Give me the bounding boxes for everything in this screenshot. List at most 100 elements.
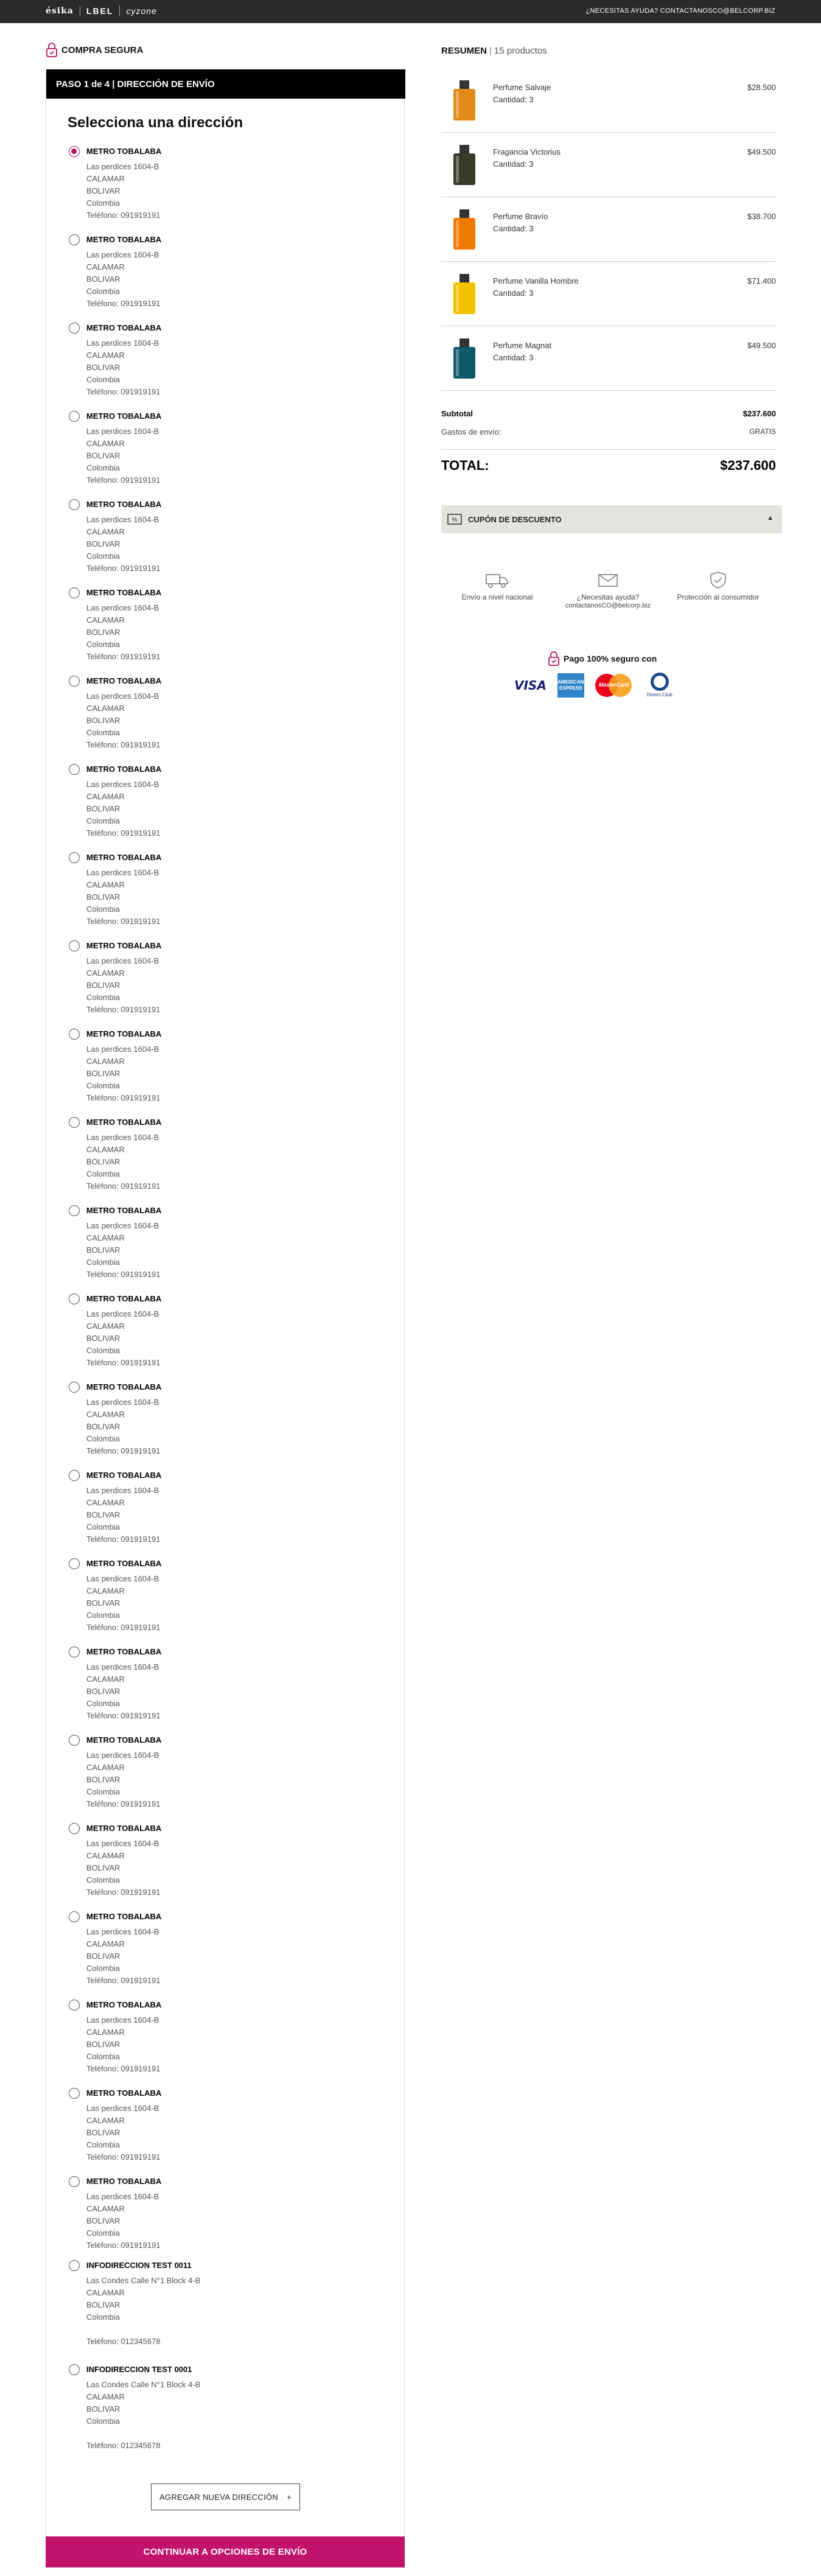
address-country: Colombia: [86, 198, 120, 208]
address-name: METRO TOBALABA: [86, 1206, 162, 1215]
address-radio[interactable]: [69, 1382, 80, 1393]
address-radio[interactable]: [69, 2364, 80, 2375]
address-name: METRO TOBALABA: [86, 235, 162, 244]
product-image: [453, 274, 475, 314]
address-country: Colombia: [86, 1081, 120, 1090]
brand-logos: ésika LBEL cyzone: [46, 6, 163, 16]
address-radio[interactable]: [69, 1117, 80, 1128]
address-radio[interactable]: [69, 1647, 80, 1657]
address-city: CALAMAR: [86, 1851, 125, 1860]
product-name: Fragancia Victorius: [493, 147, 561, 156]
address-name: METRO TOBALABA: [86, 941, 162, 950]
address-state: BOLIVAR: [86, 716, 121, 725]
address-country: Colombia: [86, 1346, 120, 1355]
address-radio[interactable]: [69, 234, 80, 245]
address-street: Las Condes Calle N°1 Block 4-B: [86, 2276, 201, 2285]
product-name: Perfume Magnat: [493, 341, 552, 350]
address-heading: Selecciona una dirección: [68, 114, 243, 131]
address-radio[interactable]: [69, 2088, 80, 2099]
add-address-button[interactable]: AGREGAR NUEVA DIRECCIÓN +: [151, 2483, 300, 2510]
address-radio[interactable]: [69, 146, 80, 157]
address-street: Las perdices 1604-B: [86, 427, 159, 436]
secure-payment-label: Pago 100% seguro con: [564, 654, 657, 663]
summary-title: RESUMEN | 15 productos: [441, 46, 547, 56]
address-radio[interactable]: [69, 764, 80, 775]
address-radio[interactable]: [69, 587, 80, 598]
address-radio[interactable]: [69, 1558, 80, 1569]
coupon-label: CUPÓN DE DESCUENTO: [468, 514, 562, 524]
address-street: Las perdices 1604-B: [86, 1486, 159, 1495]
address-radio[interactable]: [69, 499, 80, 510]
brand-lbel[interactable]: LBEL: [80, 6, 120, 16]
brand-cyzone[interactable]: cyzone: [120, 6, 162, 16]
coupon-toggle[interactable]: % CUPÓN DE DESCUENTO ▲: [441, 505, 782, 533]
address-radio[interactable]: [69, 2176, 80, 2187]
address-phone: Teléfono: 091919191: [86, 1976, 161, 1985]
continue-button[interactable]: CONTINUAR A OPCIONES DE ENVÍO: [46, 2536, 405, 2567]
address-radio[interactable]: [69, 1470, 80, 1481]
address-state: BOLIVAR: [86, 1863, 121, 1872]
address-radio[interactable]: [69, 2260, 80, 2271]
address-city: CALAMAR: [86, 1675, 125, 1684]
address-street: Las perdices 1604-B: [86, 2104, 159, 2113]
address-radio[interactable]: [69, 411, 80, 422]
address-radio[interactable]: [69, 1735, 80, 1746]
address-country: Colombia: [86, 463, 120, 472]
address-state: BOLIVAR: [86, 1598, 121, 1608]
subtotal-label: Subtotal: [441, 409, 473, 418]
address-street: Las perdices 1604-B: [86, 162, 159, 171]
address-radio[interactable]: [69, 323, 80, 334]
amex-logo: AMERICAN EXPRESS: [557, 673, 584, 698]
address-name: METRO TOBALABA: [86, 1647, 162, 1656]
address-phone: Teléfono: 091919191: [86, 2064, 161, 2073]
product-row: Perfume Vanilla Hombre Cantidad: 3 $71.400: [441, 262, 776, 326]
address-city: CALAMAR: [86, 527, 125, 536]
benefit-protection: Protección al consumidor: [666, 571, 770, 602]
address-street: Las perdices 1604-B: [86, 515, 159, 524]
address-radio[interactable]: [69, 1823, 80, 1834]
address-radio[interactable]: [69, 852, 80, 863]
mail-icon: [598, 574, 618, 587]
shipping-address-panel: PASO 1 de 4 | DIRECCIÓN DE ENVÍO Selecci…: [46, 69, 405, 2567]
address-name: METRO TOBALABA: [86, 323, 162, 332]
address-country: Colombia: [86, 2052, 120, 2061]
address-country: Colombia: [86, 551, 120, 561]
product-price: $28.500: [747, 83, 776, 92]
address-country: Colombia: [86, 375, 120, 384]
address-country: Colombia: [86, 640, 120, 649]
address-street: Las perdices 1604-B: [86, 1221, 159, 1230]
address-radio[interactable]: [69, 2000, 80, 2011]
product-price: $71.400: [747, 276, 776, 285]
truck-icon: [486, 574, 508, 588]
address-phone: Teléfono: 091919191: [86, 475, 161, 485]
address-phone: Teléfono: 091919191: [86, 1535, 161, 1544]
address-radio[interactable]: [69, 1029, 80, 1040]
address-city: CALAMAR: [86, 1939, 125, 1948]
help-email-link[interactable]: contactanosCO@belcorp.biz: [556, 602, 660, 610]
address-radio[interactable]: [69, 1205, 80, 1216]
address-country: Colombia: [86, 1169, 120, 1178]
address-country: Colombia: [86, 1258, 120, 1267]
product-name: Perfume Bravío: [493, 212, 548, 221]
address-street: Las Condes Calle N°1 Block 4-B: [86, 2380, 201, 2389]
mastercard-label: MasterCard: [598, 681, 629, 688]
address-radio[interactable]: [69, 676, 80, 687]
address-phone: Teléfono: 091919191: [86, 1711, 161, 1720]
product-image: [453, 338, 475, 379]
address-radio[interactable]: [69, 940, 80, 951]
address-state: BOLIVAR: [86, 981, 121, 990]
address-name: METRO TOBALABA: [86, 1382, 162, 1391]
address-radio[interactable]: [69, 1911, 80, 1922]
brand-esika[interactable]: ésika: [46, 6, 80, 16]
address-phone: Teléfono: 091919191: [86, 2241, 161, 2250]
address-state: BOLIVAR: [86, 275, 121, 284]
address-name: METRO TOBALABA: [86, 853, 162, 862]
address-name: METRO TOBALABA: [86, 1912, 162, 1921]
address-phone: Teléfono: 091919191: [86, 740, 161, 749]
product-row: Perfume Bravío Cantidad: 3 $38.700: [441, 197, 776, 262]
address-radio[interactable]: [69, 1293, 80, 1304]
address-city: CALAMAR: [86, 1763, 125, 1772]
address-country: Colombia: [86, 728, 120, 737]
address-phone: Teléfono: 091919191: [86, 652, 161, 661]
help-contact-link[interactable]: ¿NECESITAS AYUDA? CONTACTANOSCO@BELCORP.…: [585, 7, 775, 15]
